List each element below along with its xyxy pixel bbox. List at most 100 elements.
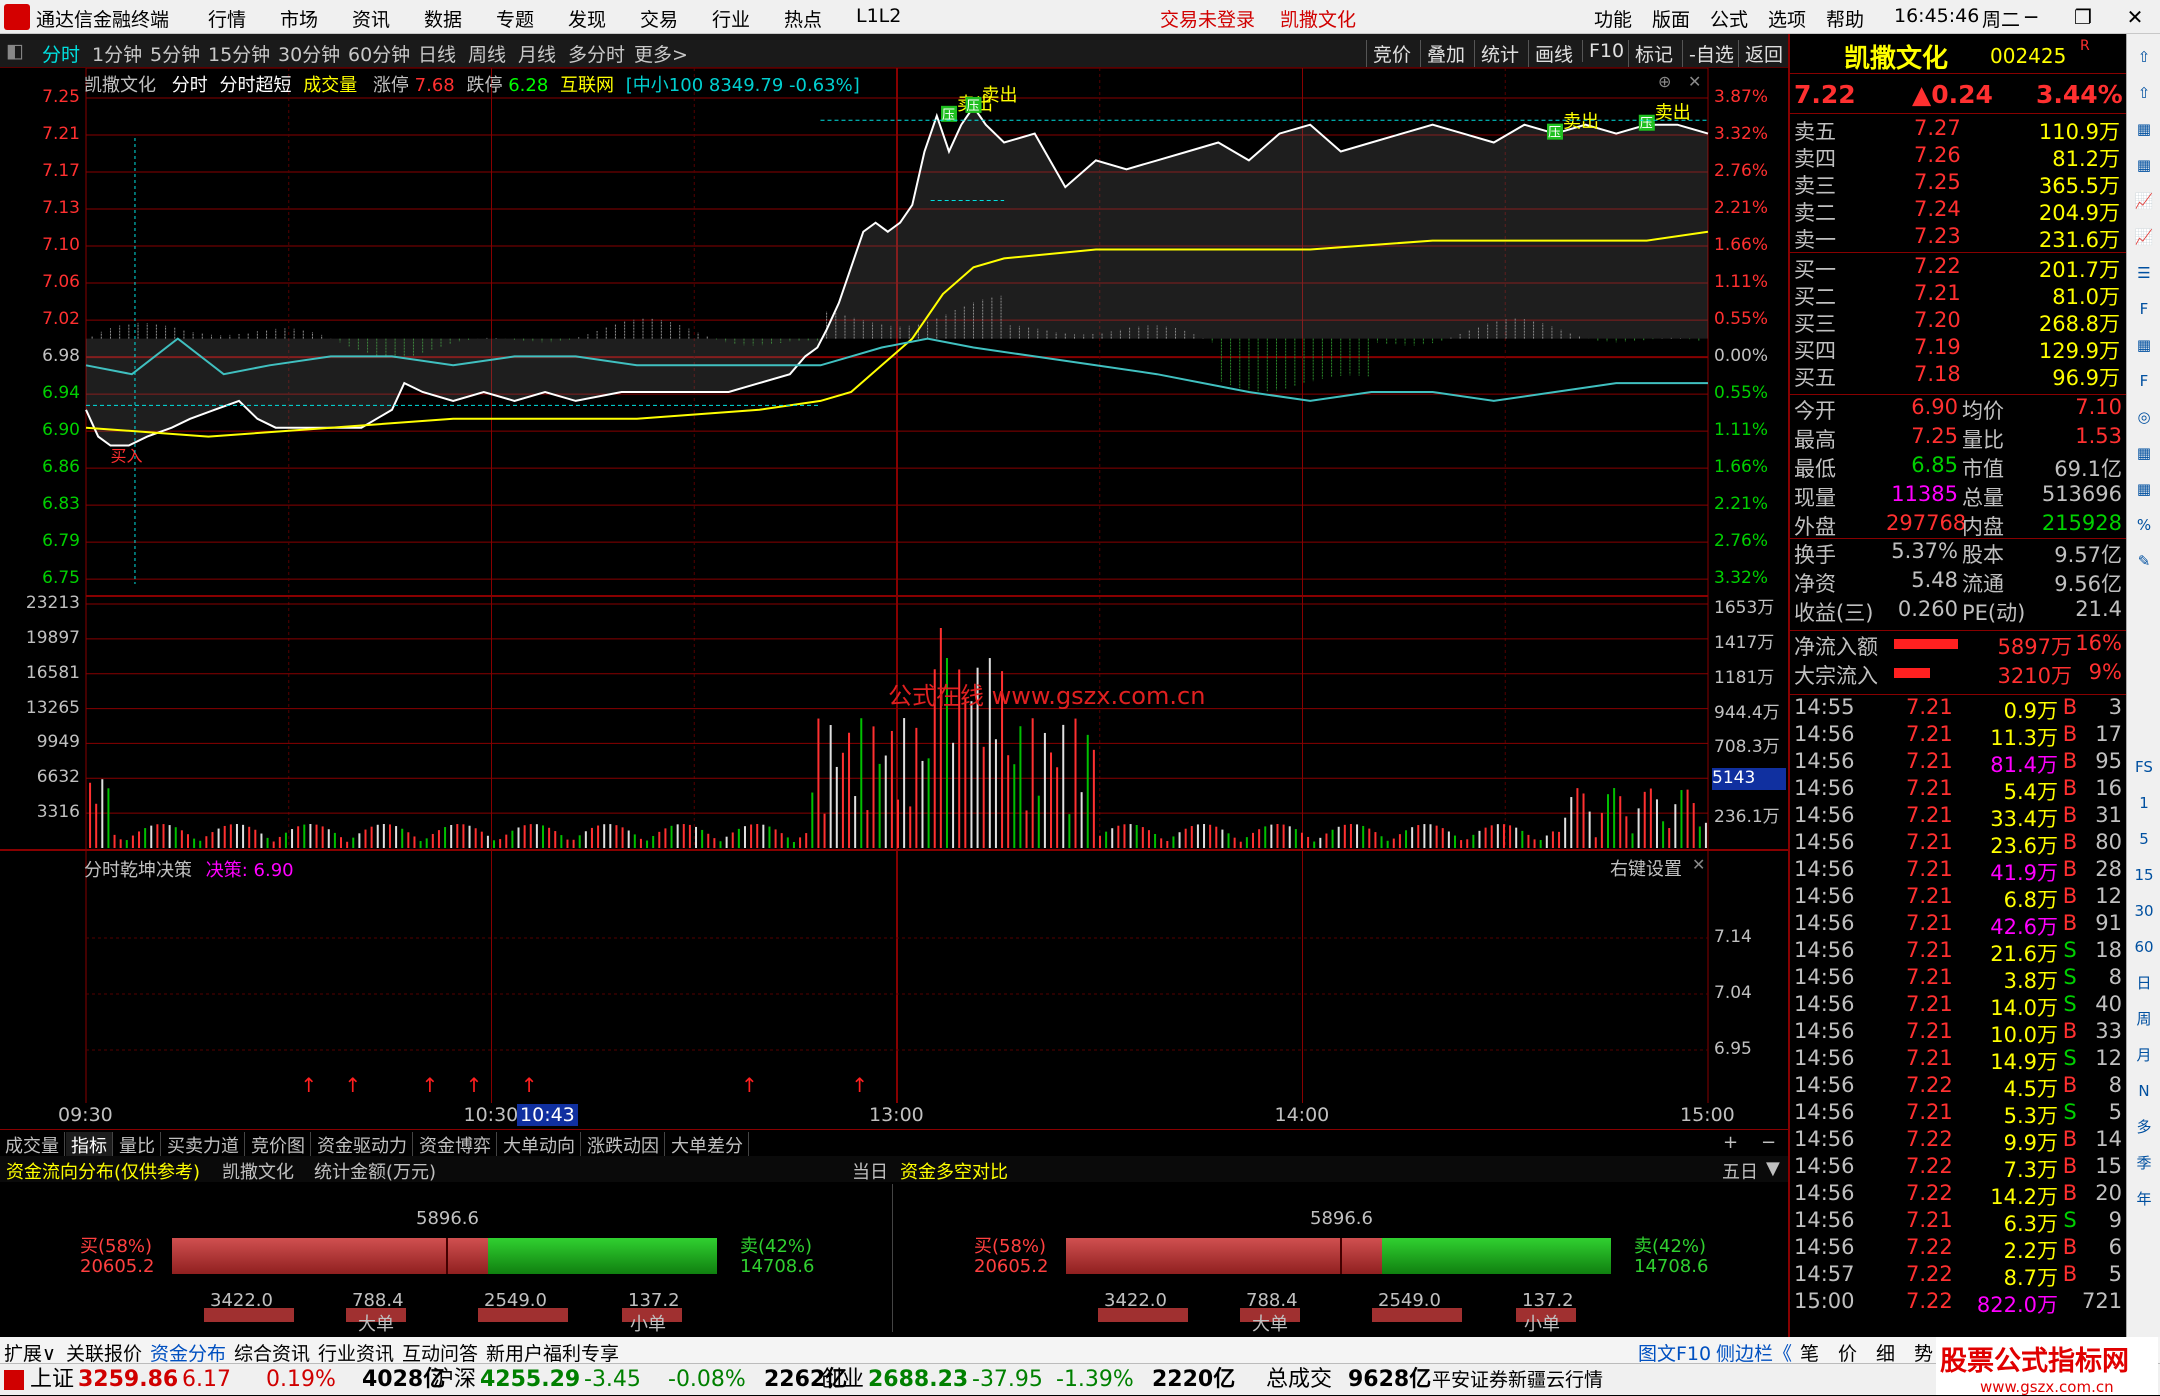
sidebar-period-12[interactable]: 年 bbox=[2131, 1186, 2157, 1212]
menu-zhuanti[interactable]: 专题 bbox=[496, 5, 534, 32]
sidebar-period-10[interactable]: 多 bbox=[2131, 1114, 2157, 1140]
sidebar-period-8[interactable]: 月 bbox=[2131, 1042, 2157, 1068]
period-more[interactable]: 更多> bbox=[634, 40, 688, 67]
menu-faxian[interactable]: 发现 bbox=[568, 5, 606, 32]
status-sidebar[interactable]: 侧边栏《 bbox=[1716, 1339, 1792, 1366]
zoom-in-icon[interactable]: + bbox=[1718, 1132, 1743, 1153]
status-tab-extend[interactable]: 扩展∨ bbox=[4, 1339, 56, 1366]
chart-canvas[interactable]: 压卖出压卖出压卖出压卖出买入↑↑↑↑↑↑↑ bbox=[0, 68, 1788, 1103]
tab-zijinqudongli[interactable]: 资金驱动力 bbox=[312, 1132, 413, 1158]
period-60min[interactable]: 60分钟 bbox=[348, 40, 410, 67]
tick-list[interactable]: 14:55 7.21 0.9万 B 3 14:56 7.21 11.3万 B 17 14:56 7.2… bbox=[1790, 694, 2126, 1334]
status-tab-welfare[interactable]: 新用户福利专享 bbox=[486, 1339, 619, 1366]
indicator-close-icon[interactable]: ✕ bbox=[1692, 855, 1705, 874]
period-weekly[interactable]: 周线 bbox=[468, 40, 506, 67]
grid-icon[interactable]: ▦ bbox=[2131, 476, 2157, 502]
tab-liangbi[interactable]: 量比 bbox=[114, 1132, 161, 1158]
tab-zhibiao[interactable]: 指标 bbox=[66, 1132, 113, 1158]
period-fenshi[interactable]: 分时 bbox=[42, 40, 80, 67]
lock-icon[interactable]: ◎ bbox=[2131, 404, 2157, 430]
status-tab-qa[interactable]: 互动问答 bbox=[402, 1339, 478, 1366]
sidebar-period-7[interactable]: 周 bbox=[2131, 1006, 2157, 1032]
status-bi[interactable]: 笔 bbox=[1800, 1339, 1819, 1366]
pencil-icon[interactable]: ✎ bbox=[2131, 548, 2157, 574]
chart-settings-icon[interactable]: ⊕ bbox=[1658, 72, 1671, 91]
tab-zijinboyi[interactable]: 资金博弈 bbox=[414, 1132, 497, 1158]
status-tab-related[interactable]: 关联报价 bbox=[66, 1339, 142, 1366]
sidebar-period-3[interactable]: 15 bbox=[2131, 862, 2157, 888]
period-monthly[interactable]: 月线 bbox=[518, 40, 556, 67]
menu-hangqing[interactable]: 行情 bbox=[208, 5, 246, 32]
tab-maimailidao[interactable]: 买卖力道 bbox=[162, 1132, 245, 1158]
menu-shichang[interactable]: 市场 bbox=[280, 5, 318, 32]
list-icon[interactable]: ☰ bbox=[2131, 260, 2157, 286]
chart-icon[interactable]: 📈 bbox=[2131, 188, 2157, 214]
tab-jingjiatu[interactable]: 竞价图 bbox=[246, 1132, 311, 1158]
btn-fanhui[interactable]: 返回 bbox=[1738, 40, 1783, 67]
f2-icon[interactable]: F bbox=[2131, 368, 2157, 394]
grid-icon[interactable]: ▦ bbox=[2131, 152, 2157, 178]
btn-tongji[interactable]: 统计 bbox=[1474, 40, 1519, 67]
intraday-chart[interactable]: 压卖出压卖出压卖出压卖出买入↑↑↑↑↑↑↑ 凯撒文化 分时 分时超短 成交量 涨… bbox=[0, 68, 1788, 1126]
login-status[interactable]: 交易未登录 bbox=[1160, 5, 1255, 32]
btn-huaxian[interactable]: 画线 bbox=[1528, 40, 1573, 67]
minimize-icon[interactable]: ─ bbox=[2012, 0, 2050, 34]
menu-jiaoyi[interactable]: 交易 bbox=[640, 5, 678, 32]
volume-bar bbox=[860, 718, 863, 848]
menu-bangzhu[interactable]: 帮助 bbox=[1826, 5, 1864, 32]
sidebar-period-5[interactable]: 60 bbox=[2131, 934, 2157, 960]
up-icon[interactable]: ⇧ bbox=[2131, 80, 2157, 106]
menu-gongshi[interactable]: 公式 bbox=[1710, 5, 1748, 32]
sidebar-period-6[interactable]: 日 bbox=[2131, 970, 2157, 996]
sidebar-period-0[interactable]: FS bbox=[2131, 754, 2157, 780]
f10-icon[interactable]: F bbox=[2131, 296, 2157, 322]
btn-biaoji[interactable]: 标记 bbox=[1628, 40, 1673, 67]
toggle-panel-icon[interactable]: ◧ bbox=[6, 40, 24, 62]
sidebar-period-11[interactable]: 季 bbox=[2131, 1150, 2157, 1176]
tab-chengjiaoliang[interactable]: 成交量 bbox=[0, 1132, 65, 1158]
tab-zhangdiedongyin[interactable]: 涨跌动因 bbox=[582, 1132, 665, 1158]
grid-icon[interactable]: ▦ bbox=[2131, 440, 2157, 466]
sidebar-period-2[interactable]: 5 bbox=[2131, 826, 2157, 852]
status-jia[interactable]: 价 bbox=[1838, 1339, 1857, 1366]
tab-dadandongxiang[interactable]: 大单动向 bbox=[498, 1132, 581, 1158]
period-daily[interactable]: 日线 bbox=[418, 40, 456, 67]
period-multi[interactable]: 多分时 bbox=[568, 40, 625, 67]
sidebar-period-1[interactable]: 1 bbox=[2131, 790, 2157, 816]
status-tab-industry[interactable]: 行业资讯 bbox=[318, 1339, 394, 1366]
status-xi[interactable]: 细 bbox=[1876, 1339, 1895, 1366]
btn-zixuan[interactable]: -自选 bbox=[1682, 40, 1734, 67]
btn-diejia[interactable]: 叠加 bbox=[1420, 40, 1465, 67]
sidebar-period-4[interactable]: 30 bbox=[2131, 898, 2157, 924]
menu-zixun[interactable]: 资讯 bbox=[352, 5, 390, 32]
menu-l1l2[interactable]: L1L2 bbox=[856, 5, 901, 27]
period-15min[interactable]: 15分钟 bbox=[208, 40, 270, 67]
close-icon[interactable]: ✕ bbox=[2116, 0, 2154, 34]
btn-f10[interactable]: F10 bbox=[1582, 40, 1624, 62]
indicator-settings[interactable]: 右键设置 bbox=[1610, 855, 1682, 881]
menu-redian[interactable]: 热点 bbox=[784, 5, 822, 32]
menu-shuju[interactable]: 数据 bbox=[424, 5, 462, 32]
menu-hangye[interactable]: 行业 bbox=[712, 5, 750, 32]
status-f10[interactable]: 图文F10 bbox=[1638, 1339, 1711, 1366]
pct-icon[interactable]: % bbox=[2131, 512, 2157, 538]
status-shi[interactable]: 势 bbox=[1914, 1339, 1933, 1366]
period-30min[interactable]: 30分钟 bbox=[278, 40, 340, 67]
chart-icon[interactable]: 📈 bbox=[2131, 224, 2157, 250]
zoom-out-icon[interactable]: − bbox=[1756, 1132, 1781, 1153]
status-tab-news[interactable]: 综合资讯 bbox=[234, 1339, 310, 1366]
status-tab-fund[interactable]: 资金分布 bbox=[150, 1339, 226, 1366]
grid-icon[interactable]: ▦ bbox=[2131, 332, 2157, 358]
grid-icon[interactable]: ▦ bbox=[2131, 116, 2157, 142]
period-5min[interactable]: 5分钟 bbox=[150, 40, 200, 67]
restore-icon[interactable]: ❐ bbox=[2064, 0, 2102, 34]
menu-xuanxiang[interactable]: 选项 bbox=[1768, 5, 1806, 32]
chart-close-icon[interactable]: ✕ bbox=[1688, 72, 1701, 91]
up-icon[interactable]: ⇧ bbox=[2131, 44, 2157, 70]
btn-jingjia[interactable]: 竞价 bbox=[1366, 40, 1411, 67]
menu-banmian[interactable]: 版面 bbox=[1652, 5, 1690, 32]
period-1min[interactable]: 1分钟 bbox=[92, 40, 142, 67]
sidebar-period-9[interactable]: N bbox=[2131, 1078, 2157, 1104]
menu-gongneng[interactable]: 功能 bbox=[1594, 5, 1632, 32]
tab-dadanchafen[interactable]: 大单差分 bbox=[666, 1132, 749, 1158]
